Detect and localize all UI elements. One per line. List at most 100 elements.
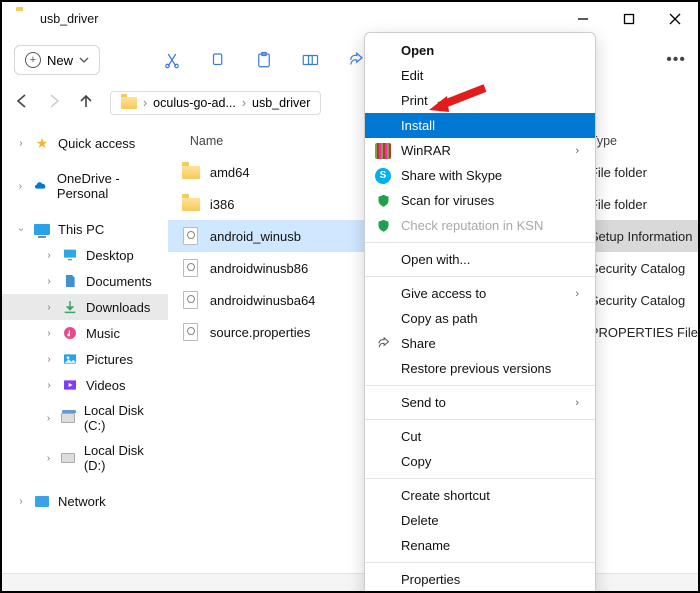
paste-icon[interactable] — [254, 50, 274, 70]
breadcrumb[interactable]: › oculus-go-ad... › usb_driver — [110, 91, 321, 115]
file-icon — [182, 227, 200, 245]
sidebar-item-music[interactable]: › Music — [2, 320, 168, 346]
file-name: androidwinusb86 — [210, 261, 308, 276]
folder-icon — [182, 163, 200, 181]
desktop-icon — [62, 247, 78, 263]
sidebar-item-disk-c[interactable]: › Local Disk (C:) — [2, 398, 168, 438]
ctx-delete[interactable]: Delete — [365, 508, 595, 533]
ctx-skype[interactable]: S Share with Skype — [365, 163, 595, 188]
new-button-label: New — [47, 53, 73, 68]
sidebar-item-network[interactable]: › Network — [2, 488, 168, 514]
chevron-right-icon: › — [16, 181, 25, 192]
close-icon — [669, 13, 681, 25]
close-button[interactable] — [652, 2, 698, 36]
ctx-open-with[interactable]: Open with... — [365, 247, 595, 272]
toolbar-icons — [162, 50, 366, 70]
arrow-up-icon — [78, 93, 94, 109]
chevron-down-icon: › — [16, 224, 27, 234]
chevron-right-icon: › — [242, 96, 246, 110]
sidebar-item-label: Network — [58, 494, 106, 509]
sidebar-item-desktop[interactable]: › Desktop — [2, 242, 168, 268]
copy-icon[interactable] — [208, 50, 228, 70]
ctx-shortcut[interactable]: Create shortcut — [365, 483, 595, 508]
breadcrumb-segment-1[interactable]: oculus-go-ad... — [153, 96, 236, 110]
shield-icon — [375, 218, 391, 234]
ctx-copy[interactable]: Copy — [365, 449, 595, 474]
rename-icon[interactable] — [300, 50, 320, 70]
forward-button[interactable] — [46, 93, 60, 113]
sidebar-item-quick-access[interactable]: › ★ Quick access — [2, 130, 168, 156]
sidebar-item-videos[interactable]: › Videos — [2, 372, 168, 398]
maximize-button[interactable] — [606, 2, 652, 36]
sidebar-item-label: Quick access — [58, 136, 135, 151]
ctx-cut[interactable]: Cut — [365, 424, 595, 449]
arrow-right-icon — [46, 93, 62, 109]
ctx-properties[interactable]: Properties — [365, 567, 595, 592]
sidebar-item-label: Documents — [86, 274, 152, 289]
file-icon — [182, 323, 200, 341]
file-name: source.properties — [210, 325, 310, 340]
ctx-give-access[interactable]: Give access to› — [365, 281, 595, 306]
sidebar-item-label: Videos — [86, 378, 126, 393]
annotation-arrow — [427, 82, 487, 121]
sidebar: › ★ Quick access › OneDrive - Personal ›… — [2, 122, 168, 573]
pc-icon — [34, 221, 50, 237]
download-icon — [62, 299, 78, 315]
ctx-scan[interactable]: Scan for viruses — [365, 188, 595, 213]
disk-icon — [61, 450, 76, 466]
sidebar-item-downloads[interactable]: › Downloads — [2, 294, 168, 320]
menu-separator — [365, 562, 595, 563]
up-button[interactable] — [78, 93, 92, 113]
plus-icon: + — [25, 52, 41, 68]
sidebar-item-disk-d[interactable]: › Local Disk (D:) — [2, 438, 168, 478]
more-button[interactable]: ••• — [666, 51, 686, 69]
skype-icon: S — [375, 168, 391, 184]
sidebar-item-onedrive[interactable]: › OneDrive - Personal — [2, 166, 168, 206]
cut-icon[interactable] — [162, 50, 182, 70]
chevron-right-icon: › — [44, 413, 53, 424]
sidebar-item-documents[interactable]: › Documents — [2, 268, 168, 294]
file-name: amd64 — [210, 165, 250, 180]
titlebar: usb_driver — [2, 2, 698, 36]
chevron-right-icon: › — [575, 288, 579, 300]
ctx-winrar[interactable]: WinRAR› — [365, 138, 595, 163]
ctx-copy-path[interactable]: Copy as path — [365, 306, 595, 331]
back-button[interactable] — [14, 93, 28, 113]
network-icon — [34, 493, 50, 509]
star-icon: ★ — [34, 135, 50, 151]
maximize-icon — [623, 13, 635, 25]
sidebar-item-label: Desktop — [86, 248, 134, 263]
new-button[interactable]: + New — [14, 45, 100, 75]
ctx-send-to[interactable]: Send to› — [365, 390, 595, 415]
minimize-icon — [577, 13, 589, 25]
shield-icon — [375, 193, 391, 209]
sidebar-item-this-pc[interactable]: › This PC — [2, 216, 168, 242]
music-icon — [62, 325, 78, 341]
folder-icon — [121, 97, 137, 109]
ctx-open[interactable]: Open — [365, 38, 595, 63]
chevron-right-icon: › — [44, 328, 54, 339]
sidebar-item-label: Downloads — [86, 300, 150, 315]
share-icon — [375, 336, 391, 352]
minimize-button[interactable] — [560, 2, 606, 36]
ctx-share[interactable]: Share — [365, 331, 595, 356]
disk-icon — [61, 410, 76, 426]
file-icon — [182, 259, 200, 277]
ctx-ksn: Check reputation in KSN — [365, 213, 595, 238]
ctx-restore[interactable]: Restore previous versions — [365, 356, 595, 381]
folder-icon — [182, 195, 200, 213]
documents-icon — [62, 273, 78, 289]
chevron-right-icon: › — [575, 145, 579, 157]
chevron-right-icon: › — [44, 302, 54, 313]
chevron-right-icon: › — [44, 453, 53, 464]
arrow-left-icon — [14, 93, 30, 109]
chevron-right-icon: › — [575, 397, 579, 409]
sidebar-item-label: Music — [86, 326, 120, 341]
breadcrumb-segment-2[interactable]: usb_driver — [252, 96, 310, 110]
ctx-rename[interactable]: Rename — [365, 533, 595, 558]
sidebar-item-pictures[interactable]: › Pictures — [2, 346, 168, 372]
file-name: android_winusb — [210, 229, 301, 244]
chevron-right-icon: › — [44, 354, 54, 365]
menu-separator — [365, 478, 595, 479]
sidebar-item-label: Local Disk (D:) — [84, 443, 162, 473]
